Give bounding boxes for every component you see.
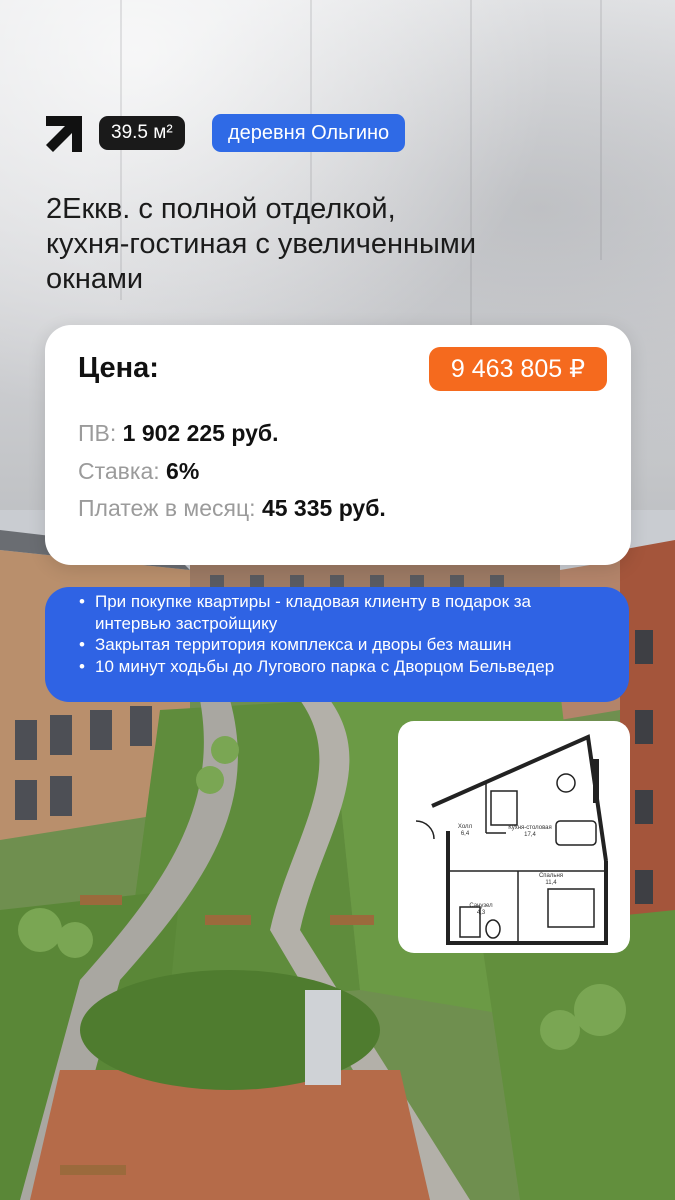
room-name: Санузел [469, 903, 493, 909]
price-label: Цена: [78, 352, 159, 384]
floor-plan: Холл 6,4 Кухня-столовая 17,4 Спальня 11,… [398, 721, 630, 953]
headline-line: окнами [46, 263, 144, 295]
price-card: Цена: 9 463 805 ₽ ПВ: 1 902 225 руб. Ста… [45, 325, 631, 565]
listing-headline: 2Еккв. с полной отделкой, кухня-гостиная… [46, 192, 646, 297]
down-payment-value: 1 902 225 руб. [122, 420, 279, 446]
down-payment-row: ПВ: 1 902 225 руб. [78, 420, 279, 447]
monthly-payment-label: Платеж в месяц: [78, 495, 256, 521]
down-payment-label: ПВ: [78, 420, 117, 446]
rate-value: 6% [166, 458, 200, 484]
arrow-up-right-icon [46, 116, 82, 152]
headline-line: кухня-гостиная с увеличенными [46, 228, 477, 260]
rate-row: Ставка: 6% [78, 458, 199, 485]
room-label-bedroom: Спальня 11,4 [522, 873, 580, 887]
monthly-payment-row: Платеж в месяц: 45 335 руб. [78, 495, 386, 522]
location-badge: деревня Ольгино [212, 114, 406, 152]
room-label-kitchen: Кухня-столовая 17,4 [504, 825, 556, 839]
room-name: Кухня-столовая [508, 825, 552, 831]
room-area: 6,4 [460, 831, 470, 837]
room-area: 11,4 [545, 880, 557, 886]
room-name: Спальня [538, 873, 564, 879]
room-area: 4,3 [476, 910, 486, 916]
features-list: При покупке квартиры - кладовая клиенту … [79, 591, 609, 677]
monthly-payment-value: 45 335 руб. [261, 495, 386, 521]
feature-item: 10 минут ходьбы до Лугового парка с Двор… [79, 656, 609, 678]
feature-item: При покупке квартиры - кладовая клиенту … [79, 591, 609, 634]
features-panel: При покупке квартиры - кладовая клиенту … [45, 587, 629, 702]
room-label-hall: Холл 6,4 [450, 824, 480, 838]
area-badge: 39.5 м² [99, 116, 185, 150]
price-badge: 9 463 805 ₽ [428, 347, 607, 391]
room-area: 17,4 [524, 832, 536, 838]
room-name: Холл [457, 824, 473, 830]
room-label-bathroom: Санузел 4,3 [464, 903, 498, 917]
headline-line: 2Еккв. с полной отделкой, [46, 193, 396, 225]
rate-label: Ставка: [78, 458, 160, 484]
feature-item: Закрытая территория комплекса и дворы бе… [79, 634, 609, 656]
